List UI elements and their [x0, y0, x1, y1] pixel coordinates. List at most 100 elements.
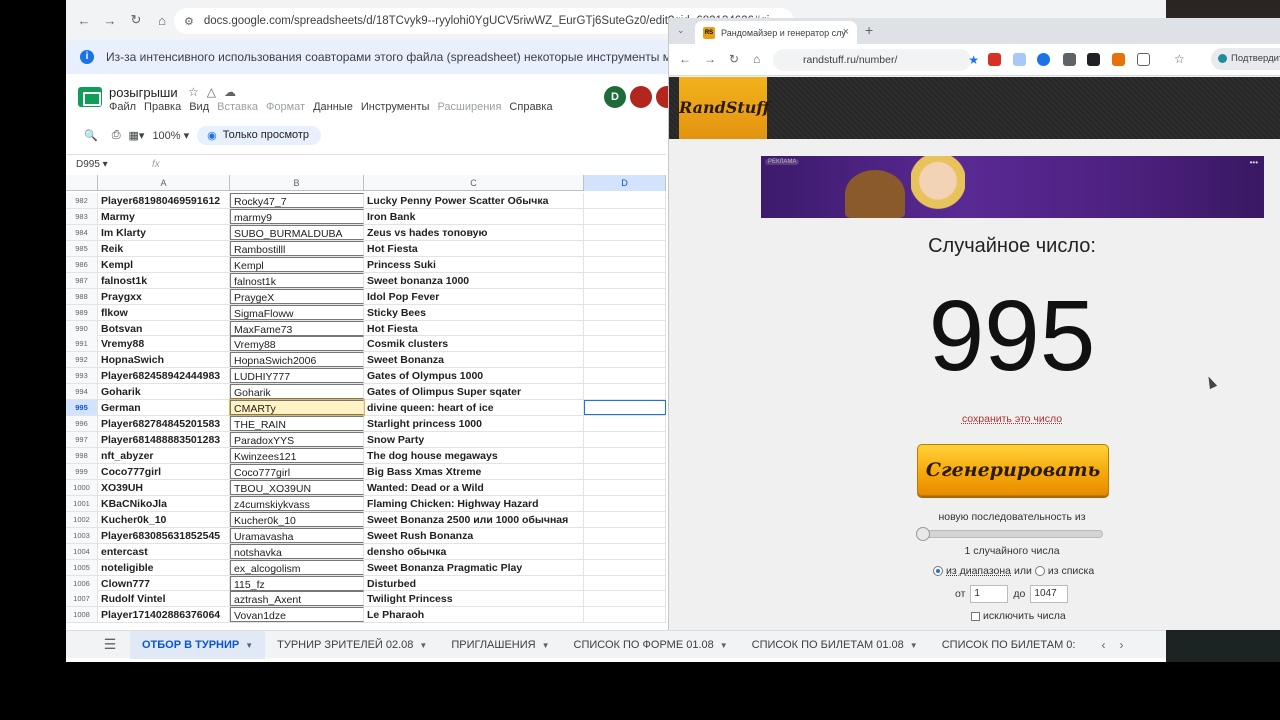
row-number[interactable]: 1003 — [66, 527, 98, 543]
cell-a[interactable]: Clown777 — [98, 575, 230, 591]
save-number-link-text[interactable]: сохранить это число — [962, 413, 1062, 425]
cell-a[interactable]: noteligible — [98, 559, 230, 575]
cell-c[interactable]: Sweet bonanza 1000 — [364, 272, 584, 288]
cell-b[interactable]: Uramavasha — [230, 527, 364, 543]
cell-b[interactable]: notshavka — [230, 543, 364, 559]
cell-c[interactable]: Hot Fiesta — [364, 320, 584, 336]
cell-b[interactable]: SUBO_BURMALDUBA — [230, 224, 364, 240]
row-number[interactable]: 1001 — [66, 495, 98, 511]
cell-c[interactable]: Snow Party — [364, 432, 584, 448]
menu-item[interactable]: Формат — [266, 101, 305, 113]
extension-blue-icon[interactable] — [1037, 53, 1050, 66]
cell-d[interactable] — [584, 288, 666, 304]
search-menus-icon[interactable]: 🔍 — [84, 129, 98, 142]
star-icon[interactable]: ☆ — [188, 85, 207, 99]
row-number[interactable]: 992 — [66, 352, 98, 368]
back-icon[interactable]: ← — [679, 52, 691, 66]
randstuff-logo[interactable]: RandStuff — [679, 77, 770, 139]
cell-d[interactable] — [584, 448, 666, 463]
cell-b[interactable]: CMARTy — [229, 399, 365, 417]
cell-c[interactable]: Le Pharaoh — [364, 607, 584, 623]
cell-c[interactable]: Sweet Bonanza Pragmatic Play — [364, 559, 584, 575]
cell-b[interactable]: ex_alcogolism — [230, 559, 364, 575]
name-box[interactable]: D995 ▾ — [66, 159, 136, 170]
cell-b[interactable]: marmy9 — [230, 208, 364, 224]
reload-icon[interactable]: ↻ — [729, 52, 739, 66]
ad-banner[interactable]: РЕКЛАМА ••• — [761, 156, 1264, 218]
corner-select-all[interactable] — [66, 175, 98, 191]
cell-c[interactable]: divine queen: heart of ice — [364, 400, 584, 416]
cell-b[interactable]: Kucher0k_10 — [230, 511, 364, 527]
randstuff-address-bar[interactable]: randstuff.ru/number/ ★ — [773, 49, 979, 71]
cell-a[interactable]: Goharik — [98, 384, 230, 400]
cell-a[interactable]: Player681488883501283 — [98, 432, 230, 448]
cell-b[interactable]: Vremy88 — [230, 336, 364, 352]
cell-a[interactable]: Player681980469591612 — [98, 193, 230, 208]
list-radio[interactable] — [1034, 566, 1045, 576]
menu-item[interactable]: Расширения — [437, 101, 501, 113]
cell-d[interactable] — [584, 400, 666, 416]
cell-a[interactable]: Rudolf Vintel — [98, 591, 230, 607]
sheet-tab[interactable]: ПРИГЛАШЕНИЯ ▼ — [439, 631, 561, 659]
cell-a[interactable]: XO39UH — [98, 479, 230, 495]
profile-confirm-button[interactable]: Подтвердите — [1211, 48, 1280, 70]
metamask-icon[interactable] — [1112, 53, 1125, 66]
sheet-tab[interactable]: СПИСОК ПО БИЛЕТАМ 0: — [930, 631, 1088, 659]
cell-d[interactable] — [584, 272, 666, 288]
avatar[interactable] — [630, 86, 652, 108]
row-number[interactable]: 1004 — [66, 543, 98, 559]
cell-a[interactable]: Player683085631852545 — [98, 527, 230, 543]
cell-d[interactable] — [584, 479, 666, 495]
cell-b[interactable]: THE_RAIN — [230, 416, 364, 432]
cell-d[interactable] — [584, 256, 666, 272]
row-number[interactable]: 1005 — [66, 559, 98, 575]
cell-c[interactable]: Flaming Chicken: Highway Hazard — [364, 495, 584, 511]
bookmarks-icon[interactable]: ☆ — [1174, 52, 1185, 66]
cell-c[interactable]: Twilight Princess — [364, 591, 584, 607]
cell-a[interactable]: Praygxx — [98, 288, 230, 304]
cell-a[interactable]: Vremy88 — [98, 336, 230, 352]
zoom-select[interactable]: 100% ▾ — [152, 129, 189, 142]
tab-dropdown-icon[interactable]: ▼ — [542, 641, 550, 650]
extension-grid-icon[interactable] — [1063, 53, 1076, 66]
extension-red-icon[interactable] — [988, 53, 1001, 66]
cell-a[interactable]: Coco777girl — [98, 463, 230, 479]
cell-a[interactable]: Botsvan — [98, 320, 230, 336]
sheet-tab[interactable]: СПИСОК ПО ФОРМЕ 01.08 ▼ — [562, 631, 740, 659]
cell-d[interactable] — [584, 368, 666, 384]
cell-b[interactable]: HopnaSwich2006 — [230, 352, 364, 368]
cell-c[interactable]: Big Bass Xmas Xtreme — [364, 463, 584, 479]
document-title[interactable]: розыгрыши — [109, 85, 178, 100]
cell-c[interactable]: Cosmik clusters — [364, 336, 584, 352]
column-header-c[interactable]: C — [364, 175, 584, 191]
cell-d[interactable] — [584, 208, 666, 224]
home-icon[interactable]: ⌂ — [753, 52, 760, 66]
row-number[interactable]: 1007 — [66, 591, 98, 607]
cell-a[interactable]: Player171402886376064 — [98, 607, 230, 623]
site-settings-icon[interactable]: ⚙ — [184, 15, 194, 28]
row-number[interactable]: 982 — [66, 193, 98, 208]
cell-c[interactable]: Sweet Rush Bonanza — [364, 527, 584, 543]
row-number[interactable]: 985 — [66, 240, 98, 256]
cell-a[interactable]: Kucher0k_10 — [98, 511, 230, 527]
forward-icon[interactable]: → — [704, 52, 716, 66]
row-number[interactable]: 984 — [66, 224, 98, 240]
cell-b[interactable]: Goharik — [230, 384, 364, 400]
menu-item[interactable]: Вставка — [217, 101, 258, 113]
cell-d[interactable] — [584, 527, 666, 543]
paint-format-icon[interactable]: ▦▾ — [129, 129, 145, 142]
row-number[interactable]: 995 — [66, 400, 98, 416]
scroll-tabs-right-icon[interactable]: › — [1119, 638, 1123, 652]
cell-d[interactable] — [584, 304, 666, 320]
cell-d[interactable] — [584, 575, 666, 591]
cell-d[interactable] — [584, 384, 666, 400]
cell-b[interactable]: ParadoxYYS — [230, 432, 364, 448]
cell-b[interactable]: falnost1k — [230, 272, 364, 288]
cell-d[interactable] — [584, 495, 666, 511]
cell-c[interactable]: Lucky Penny Power Scatter Обычка — [364, 193, 584, 208]
row-number[interactable]: 1008 — [66, 607, 98, 623]
cell-a[interactable]: KBaCNikoJla — [98, 495, 230, 511]
menu-item[interactable]: Файл — [109, 101, 136, 113]
cell-a[interactable]: Reik — [98, 240, 230, 256]
row-number[interactable]: 991 — [66, 336, 98, 352]
